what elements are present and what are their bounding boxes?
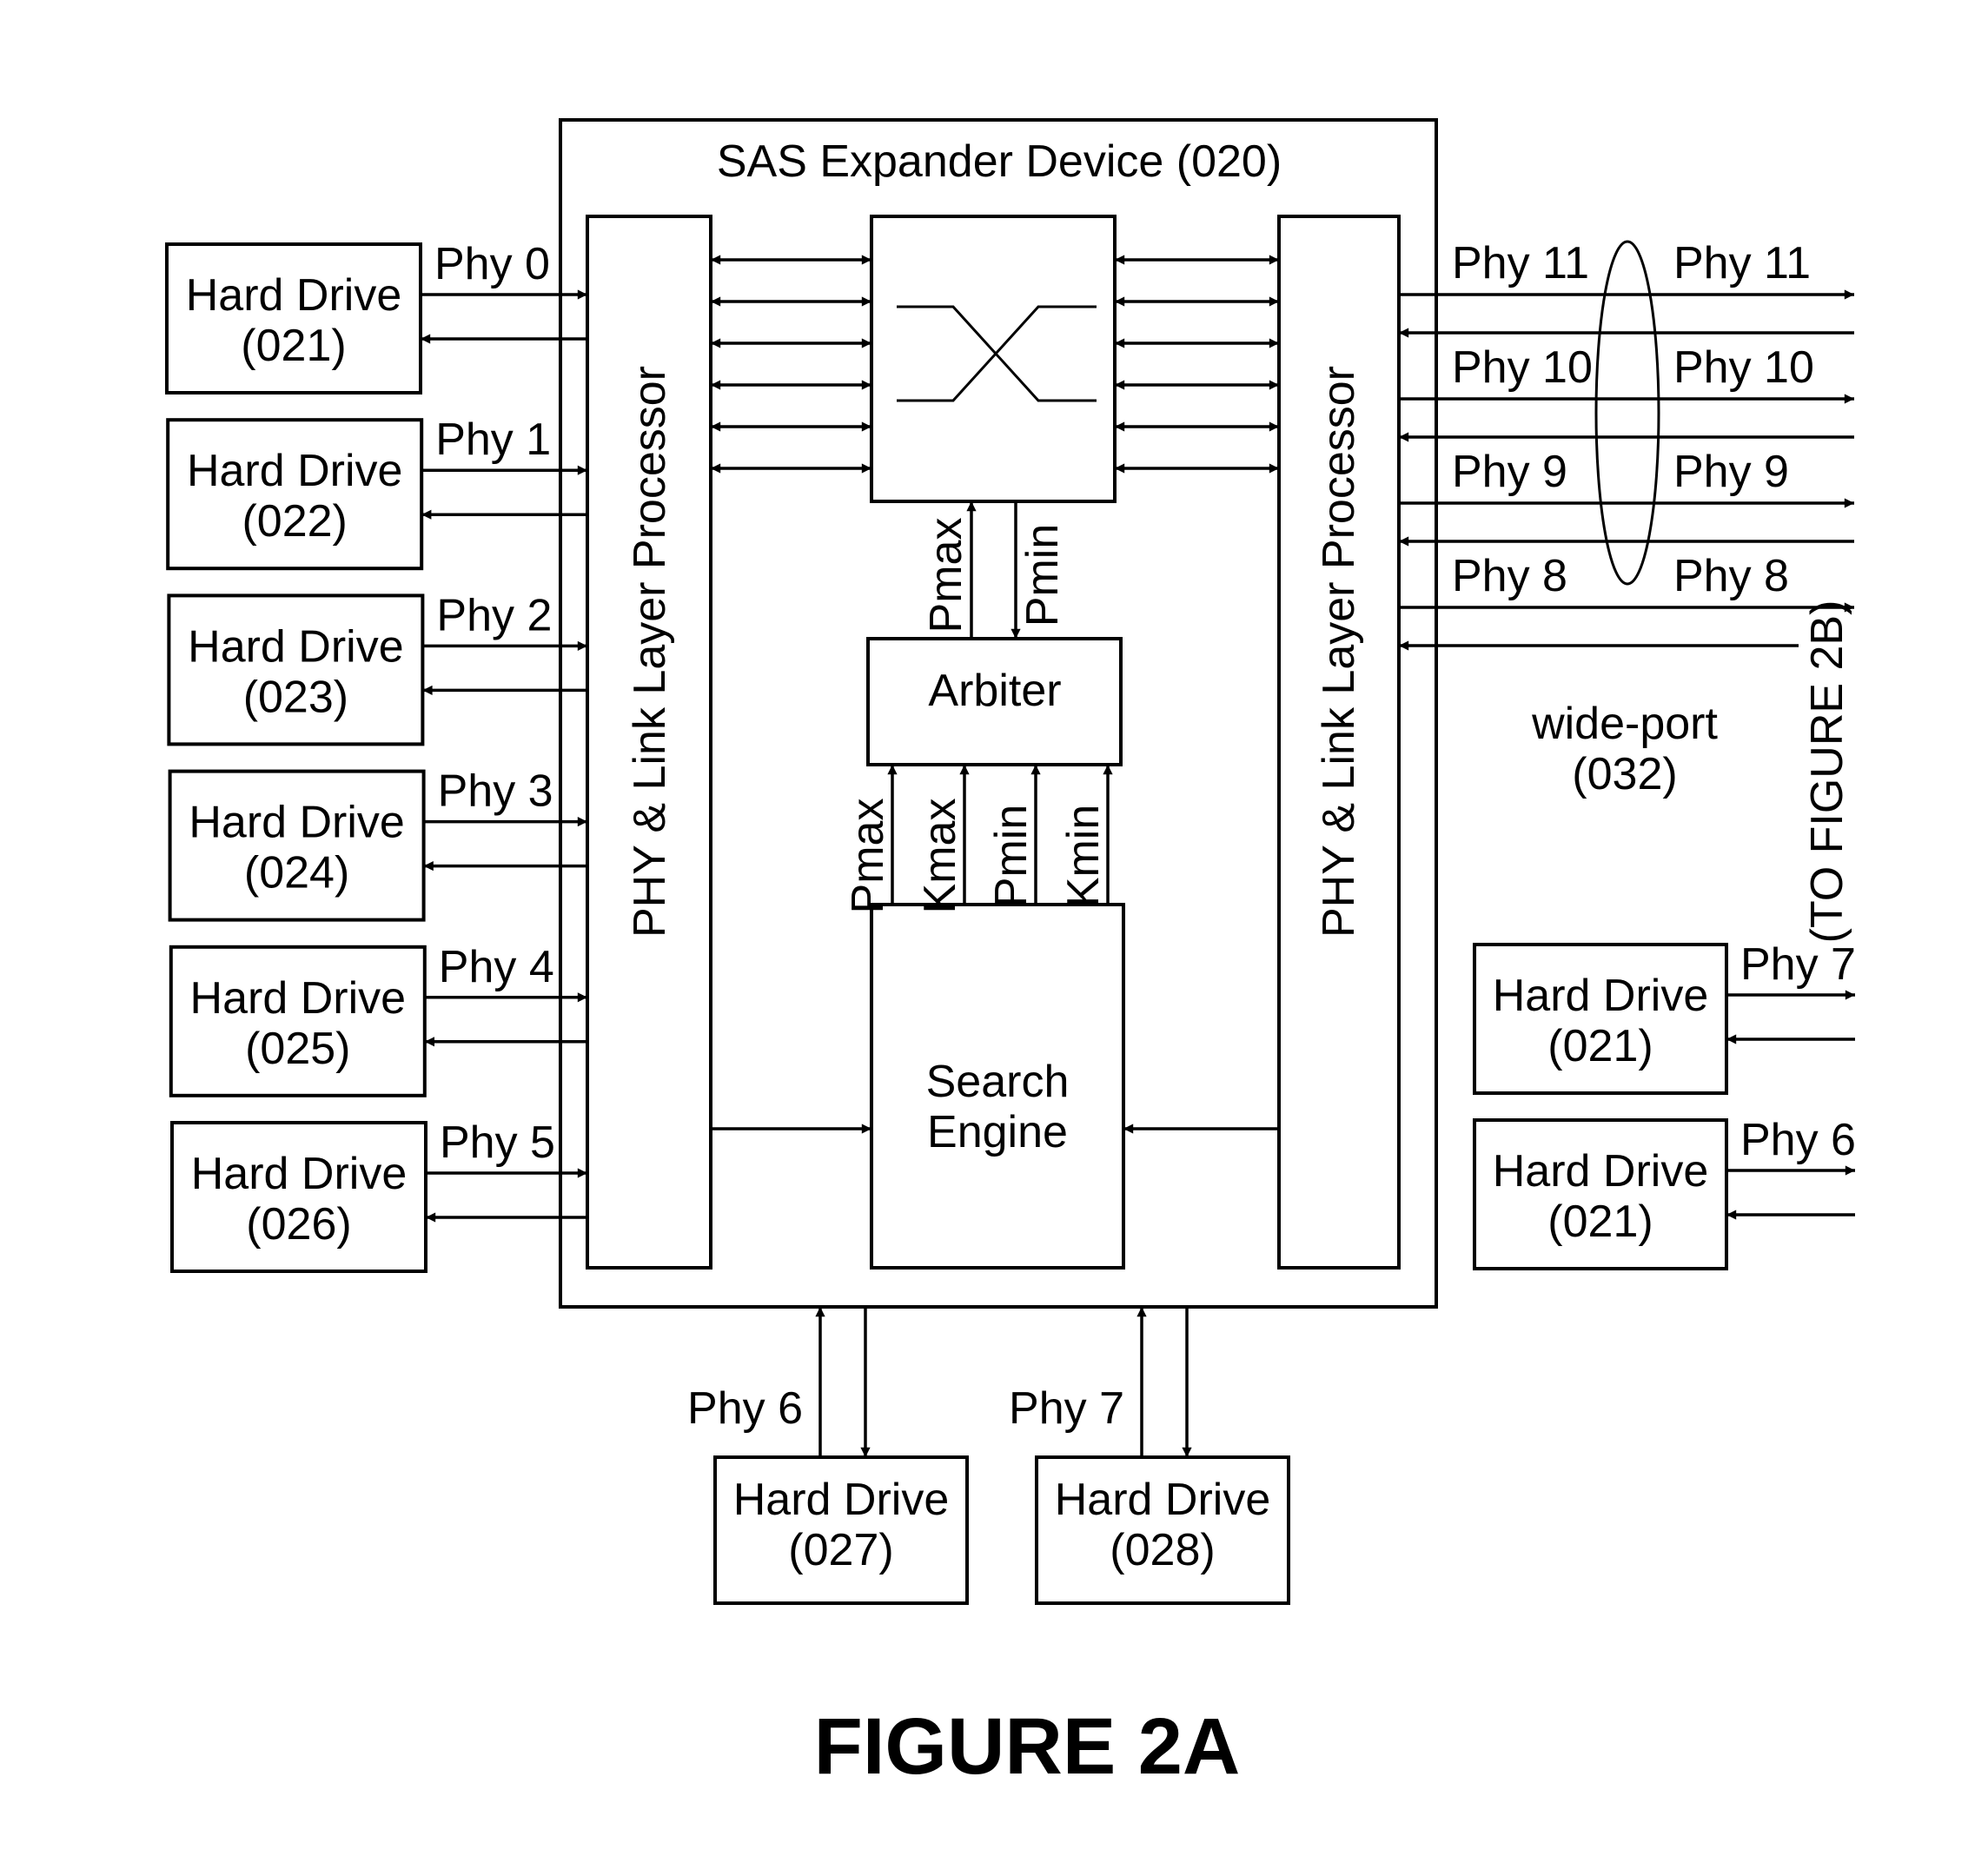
right-processor-label: PHY & Link Layer Processor <box>1314 366 1364 938</box>
phy-label: Phy 7 <box>1740 939 1856 990</box>
hard-drive-name: Hard Drive <box>186 270 402 321</box>
right-hard-drive-1: Hard Drive(021) Phy 6 <box>1473 1115 1856 1270</box>
wide-port-outer-phy-label: Phy 9 <box>1673 447 1789 497</box>
hard-drive-id: (022) <box>242 496 347 547</box>
wide-port-inner-phy-label: Phy 11 <box>1452 238 1589 288</box>
hard-drive-id: (023) <box>243 672 348 722</box>
sas-expander-title: SAS Expander Device (020) <box>717 136 1282 187</box>
wide-port-outer-phy-label: Phy 8 <box>1673 551 1789 601</box>
wide-port-inner-phy-label: Phy 9 <box>1452 447 1567 497</box>
search-engine-label-line2: Engine <box>927 1107 1068 1157</box>
right-hard-drive-0: Hard Drive(021) Phy 7 <box>1473 939 1856 1095</box>
hard-drive-id: (027) <box>788 1525 893 1575</box>
phy-label: Phy 6 <box>1740 1115 1856 1165</box>
hard-drive-name: Hard Drive <box>189 798 405 848</box>
hard-drive-id: (021) <box>1547 1021 1653 1071</box>
hard-drive-id: (025) <box>245 1024 350 1074</box>
wide-port-label-line2: (032) <box>1572 749 1677 799</box>
phy-label: Phy 2 <box>436 590 552 640</box>
wide-port-inner-phy-label: Phy 8 <box>1452 551 1567 601</box>
hard-drive-name: Hard Drive <box>1055 1475 1271 1525</box>
hard-drive-id: (026) <box>246 1199 351 1250</box>
left-hard-drive-4: Hard Drive(025) Phy 4 <box>169 942 587 1097</box>
bottom-hard-drive-0: Hard Drive(027) Phy 6 <box>687 1307 969 1605</box>
wide-port-inner-phy-label: Phy 10 <box>1452 342 1593 393</box>
phy-label: Phy 7 <box>1009 1383 1124 1434</box>
left-hard-drive-5: Hard Drive(026) Phy 5 <box>170 1117 587 1273</box>
left-hard-drive-2: Hard Drive(023) Phy 2 <box>167 590 587 746</box>
wide-port-outer-phy-label: Phy 10 <box>1673 342 1814 393</box>
crossbar-arbiter-label-pmin: Pmin <box>1017 524 1068 627</box>
to-figure-2b-note: (TO FIGURE 2B) <box>1802 600 1852 944</box>
right-drives: Hard Drive(021)Phy 7Hard Drive(021)Phy 6 <box>1473 939 1856 1270</box>
crossbar-switch-box <box>870 215 1117 503</box>
search-arbiter-label-pmax: Pmax <box>843 799 893 914</box>
search-arbiter-label-pmin: Pmin <box>986 805 1037 907</box>
wide-port-phy-0: Phy 11 Phy 11 <box>1399 238 1854 338</box>
hard-drive-id: (024) <box>244 848 349 898</box>
left-hard-drive-3: Hard Drive(024) Phy 3 <box>168 766 587 922</box>
wide-port-label-line1: wide-port <box>1531 699 1718 749</box>
wide-port-phy-3: Phy 8 Phy 8 <box>1399 551 1854 651</box>
left-hard-drive-0: Hard Drive(021) Phy 0 <box>165 239 587 394</box>
crossbar-arbiter-label-pmax: Pmax <box>921 518 971 633</box>
bottom-hard-drive-1: Hard Drive(028) Phy 7 <box>1009 1307 1290 1605</box>
arbiter-label: Arbiter <box>928 666 1061 716</box>
phy-label: Phy 0 <box>434 239 550 289</box>
search-engine-label-line1: Search <box>926 1057 1070 1107</box>
hard-drive-name: Hard Drive <box>1493 1146 1709 1197</box>
hard-drive-name: Hard Drive <box>190 973 407 1024</box>
hard-drive-name: Hard Drive <box>187 446 403 496</box>
bottom-drives: Hard Drive(027)Phy 6Hard Drive(028)Phy 7 <box>687 1307 1290 1605</box>
hard-drive-id: (021) <box>241 321 346 371</box>
phy-label: Phy 3 <box>438 766 553 817</box>
search-arbiter-label-kmax: Kmax <box>915 799 965 914</box>
hard-drive-id: (021) <box>1547 1197 1653 1247</box>
left-drives: Hard Drive(021)Phy 0Hard Drive(022)Phy 1… <box>165 239 587 1273</box>
left-hard-drive-1: Hard Drive(022) Phy 1 <box>166 414 587 571</box>
wide-port-phy-2: Phy 9 Phy 9 <box>1399 447 1854 547</box>
phy-label: Phy 1 <box>435 414 551 465</box>
figure-caption: FIGURE 2A <box>814 1702 1241 1791</box>
wide-port-ellipse <box>1594 240 1660 586</box>
hard-drive-id: (028) <box>1110 1525 1215 1575</box>
hard-drive-name: Hard Drive <box>188 621 404 672</box>
hard-drive-name: Hard Drive <box>191 1149 408 1199</box>
phy-label: Phy 6 <box>687 1383 803 1434</box>
phy-label: Phy 5 <box>440 1117 555 1168</box>
wide-port-outer-phy-label: Phy 11 <box>1673 238 1811 288</box>
hard-drive-name: Hard Drive <box>1493 971 1709 1021</box>
hard-drive-name: Hard Drive <box>733 1475 950 1525</box>
left-processor-label: PHY & Link Layer Processor <box>625 366 675 938</box>
phy-label: Phy 4 <box>439 942 554 992</box>
sas-expander-diagram: SAS Expander Device (020) PHY & Link Lay… <box>165 118 1856 1791</box>
wide-port-phy-1: Phy 10 Phy 10 <box>1399 342 1854 442</box>
search-arbiter-label-kmin: Kmin <box>1058 805 1109 907</box>
